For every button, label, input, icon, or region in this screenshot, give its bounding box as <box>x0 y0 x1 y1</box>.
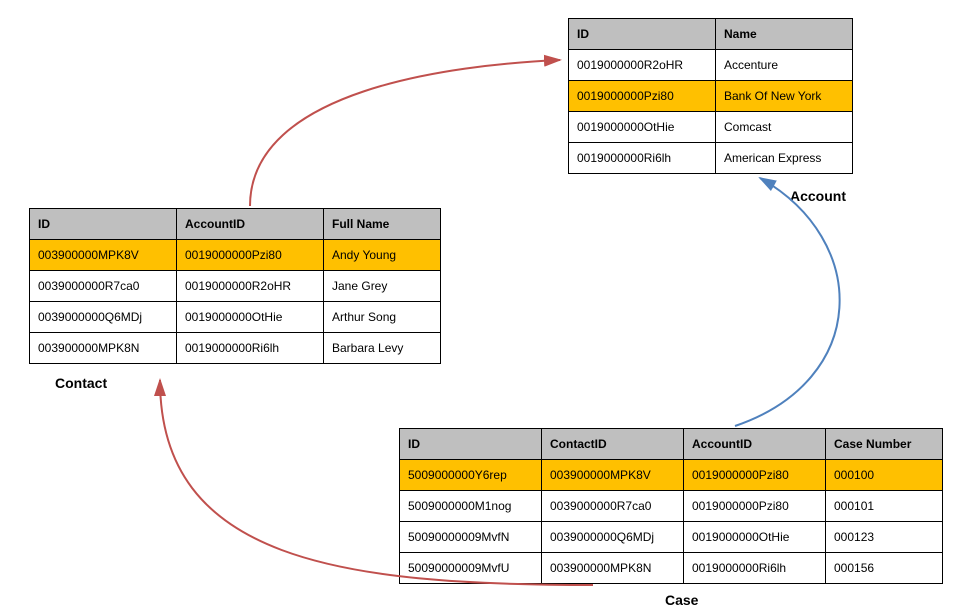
table-row: 0019000000R2oHR Accenture <box>569 50 853 81</box>
cell-contactid: 0039000000R7ca0 <box>542 491 684 522</box>
col-id: ID <box>569 19 716 50</box>
cell-accountid: 0019000000Ri6lh <box>684 553 826 584</box>
cell-fullname: Arthur Song <box>324 302 441 333</box>
cell-accountid: 0019000000Pzi80 <box>684 491 826 522</box>
cell-accountid: 0019000000Pzi80 <box>684 460 826 491</box>
table-header-row: ID Name <box>569 19 853 50</box>
col-accountid: AccountID <box>177 209 324 240</box>
table-header-row: ID ContactID AccountID Case Number <box>400 429 943 460</box>
col-fullname: Full Name <box>324 209 441 240</box>
cell-accountid: 0019000000Ri6lh <box>177 333 324 364</box>
table-row: 0039000000Q6MDj 0019000000OtHie Arthur S… <box>30 302 441 333</box>
cell-id: 50090000009MvfN <box>400 522 542 553</box>
table-row: 50090000009MvfN 0039000000Q6MDj 00190000… <box>400 522 943 553</box>
cell-id: 0019000000R2oHR <box>569 50 716 81</box>
cell-id: 003900000MPK8V <box>30 240 177 271</box>
cell-contactid: 0039000000Q6MDj <box>542 522 684 553</box>
arrow-contact-to-account <box>250 60 560 206</box>
cell-name: Bank Of New York <box>716 81 853 112</box>
cell-casenumber: 000101 <box>826 491 943 522</box>
cell-fullname: Andy Young <box>324 240 441 271</box>
cell-name: Comcast <box>716 112 853 143</box>
table-row: 0019000000Ri6lh American Express <box>569 143 853 174</box>
cell-accountid: 0019000000OtHie <box>684 522 826 553</box>
table-row: 003900000MPK8N 0019000000Ri6lh Barbara L… <box>30 333 441 364</box>
table-row: 5009000000M1nog 0039000000R7ca0 00190000… <box>400 491 943 522</box>
cell-id: 5009000000Y6rep <box>400 460 542 491</box>
cell-id: 0039000000R7ca0 <box>30 271 177 302</box>
cell-casenumber: 000123 <box>826 522 943 553</box>
cell-id: 0019000000Ri6lh <box>569 143 716 174</box>
cell-name: Accenture <box>716 50 853 81</box>
account-table: ID Name 0019000000R2oHR Accenture 001900… <box>568 18 853 174</box>
table-header-row: ID AccountID Full Name <box>30 209 441 240</box>
cell-accountid: 0019000000OtHie <box>177 302 324 333</box>
contact-caption: Contact <box>55 375 107 391</box>
table-row: 0039000000R7ca0 0019000000R2oHR Jane Gre… <box>30 271 441 302</box>
cell-accountid: 0019000000R2oHR <box>177 271 324 302</box>
cell-fullname: Barbara Levy <box>324 333 441 364</box>
col-id: ID <box>30 209 177 240</box>
col-accountid: AccountID <box>684 429 826 460</box>
table-row: 0019000000Pzi80 Bank Of New York <box>569 81 853 112</box>
col-id: ID <box>400 429 542 460</box>
cell-id: 0019000000OtHie <box>569 112 716 143</box>
cell-casenumber: 000156 <box>826 553 943 584</box>
table-row: 003900000MPK8V 0019000000Pzi80 Andy Youn… <box>30 240 441 271</box>
table-row: 0019000000OtHie Comcast <box>569 112 853 143</box>
col-casenumber: Case Number <box>826 429 943 460</box>
cell-id: 0019000000Pzi80 <box>569 81 716 112</box>
col-contactid: ContactID <box>542 429 684 460</box>
cell-accountid: 0019000000Pzi80 <box>177 240 324 271</box>
table-row: 50090000009MvfU 003900000MPK8N 001900000… <box>400 553 943 584</box>
cell-fullname: Jane Grey <box>324 271 441 302</box>
col-name: Name <box>716 19 853 50</box>
table-row: 5009000000Y6rep 003900000MPK8V 001900000… <box>400 460 943 491</box>
cell-casenumber: 000100 <box>826 460 943 491</box>
contact-table: ID AccountID Full Name 003900000MPK8V 00… <box>29 208 441 364</box>
cell-id: 50090000009MvfU <box>400 553 542 584</box>
cell-name: American Express <box>716 143 853 174</box>
cell-id: 0039000000Q6MDj <box>30 302 177 333</box>
case-table: ID ContactID AccountID Case Number 50090… <box>399 428 943 584</box>
account-caption: Account <box>790 188 846 204</box>
cell-contactid: 003900000MPK8N <box>542 553 684 584</box>
cell-id: 003900000MPK8N <box>30 333 177 364</box>
arrow-case-to-account <box>735 178 840 426</box>
case-caption: Case <box>665 592 698 608</box>
cell-contactid: 003900000MPK8V <box>542 460 684 491</box>
cell-id: 5009000000M1nog <box>400 491 542 522</box>
